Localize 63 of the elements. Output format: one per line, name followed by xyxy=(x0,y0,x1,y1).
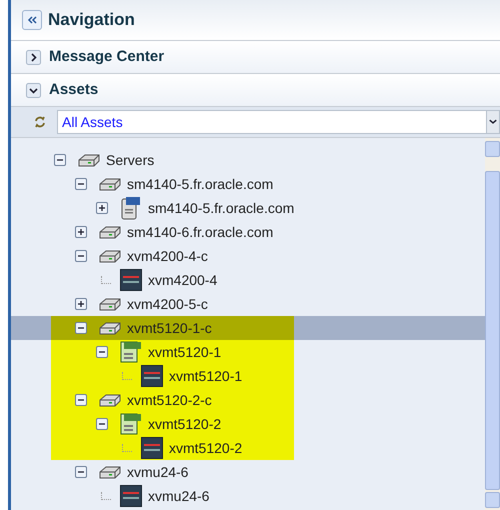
panel-header[interactable]: Message Center xyxy=(11,41,500,74)
server-icon xyxy=(99,297,121,311)
tree-row[interactable]: Servers xyxy=(11,148,485,172)
tree-row[interactable]: sm4140-6.fr.oracle.com xyxy=(11,220,485,244)
node-label: Servers xyxy=(106,150,154,170)
expand-icon[interactable] xyxy=(96,202,108,214)
node-label: xvmt5120-1-c xyxy=(127,318,212,338)
tree-row[interactable]: xvmu24-6 xyxy=(11,460,485,484)
refresh-icon[interactable] xyxy=(34,115,46,129)
server-icon xyxy=(99,177,121,191)
node-label: xvmu24-6 xyxy=(148,486,210,506)
server-icon xyxy=(78,153,100,167)
collapse-icon[interactable] xyxy=(75,250,87,262)
monitor-icon xyxy=(141,365,163,387)
collapse-button[interactable] xyxy=(22,10,42,30)
collapse-icon[interactable] xyxy=(75,394,87,406)
monitor-icon xyxy=(120,269,142,291)
tree-row[interactable]: sm4140-5.fr.oracle.com xyxy=(11,196,485,220)
server-icon xyxy=(99,393,121,407)
monitor-icon xyxy=(141,437,163,459)
node-label: xvm4200-4 xyxy=(148,270,218,290)
node-label: xvmu24-6 xyxy=(127,462,188,482)
server-icon xyxy=(99,321,121,335)
expand-icon[interactable] xyxy=(75,226,87,238)
node-label: xvm4200-4-c xyxy=(127,246,208,266)
collapse-icon[interactable] xyxy=(75,466,87,478)
chevron-down-icon xyxy=(26,82,41,98)
tree-row[interactable]: xvm4200-4-c xyxy=(11,244,485,268)
panel-title: Message Center xyxy=(49,46,164,67)
node-label: xvmt5120-2-c xyxy=(127,390,212,410)
node-label: xvmt5120-2 xyxy=(148,414,222,434)
panel-title: Assets xyxy=(49,80,98,100)
node-label: xvmt5120-1 xyxy=(169,366,242,386)
server-icon xyxy=(99,465,121,479)
node-label: sm4140-5.fr.oracle.com xyxy=(148,198,294,218)
node-label: sm4140-6.fr.oracle.com xyxy=(127,222,274,242)
collapse-icon[interactable] xyxy=(96,418,108,430)
panel-header[interactable]: Assets xyxy=(11,74,500,107)
expand-icon[interactable] xyxy=(75,298,87,310)
tree-row[interactable]: xvmt5120-1-c xyxy=(11,316,485,340)
board-icon xyxy=(121,196,141,220)
scrollbar[interactable] xyxy=(485,138,500,510)
collapse-icon[interactable] xyxy=(75,322,87,334)
collapse-icon[interactable] xyxy=(54,154,66,166)
filter-dropdown[interactable]: All Assets xyxy=(57,110,500,134)
header-title: Navigation xyxy=(48,9,135,32)
node-label: sm4140-5.fr.oracle.com xyxy=(127,174,274,194)
tree-row[interactable]: xvm4200-5-c xyxy=(11,292,485,316)
tree-row[interactable]: sm4140-5.fr.oracle.com xyxy=(11,172,485,196)
board-icon xyxy=(120,413,142,435)
node-label: xvm4200-5-c xyxy=(127,294,208,314)
server-icon xyxy=(99,249,121,263)
board-icon xyxy=(120,341,142,363)
tree-row[interactable]: xvmu24-6 xyxy=(11,484,485,508)
tree-row[interactable]: xvm4200-4 xyxy=(11,268,485,292)
server-icon xyxy=(99,225,121,239)
collapse-icon[interactable] xyxy=(75,178,87,190)
collapse-icon[interactable] xyxy=(96,346,108,358)
node-label: xvmt5120-2 xyxy=(169,438,242,458)
monitor-icon xyxy=(120,485,142,507)
node-label: xvmt5120-1 xyxy=(148,342,222,362)
chevron-right-icon xyxy=(26,50,41,64)
double-chevron-icon xyxy=(27,16,37,24)
